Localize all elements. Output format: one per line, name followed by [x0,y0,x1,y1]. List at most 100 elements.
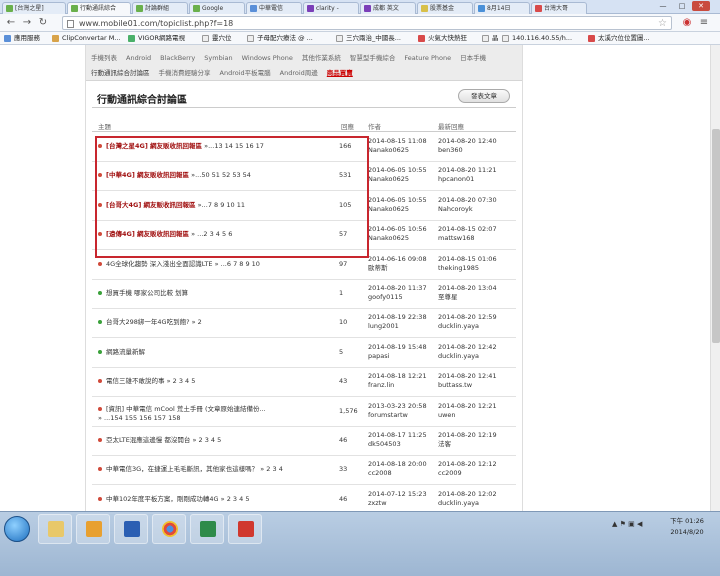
latest-reply-user-link[interactable]: ducklin.yaya [438,352,497,361]
browser-tab[interactable]: 成都 英文 [360,2,416,14]
browser-tab[interactable]: [台灣之星] [2,2,66,14]
topic-title-link[interactable]: 台哥大298綁一年4G吃到飽? [106,318,190,326]
subnav-link[interactable]: Android周邊 [280,69,318,77]
address-bar[interactable]: ☆ [62,16,672,30]
bookmark-item[interactable]: 子母配穴療法 @ ... [247,32,313,44]
latest-reply-user-link[interactable]: ducklin.yaya [438,499,497,508]
subnav-link-hot[interactable]: 商品買賣 [327,69,353,77]
topic-title-link[interactable]: 中華102年度平板方案，剛剛成功轉4G [106,495,219,503]
subnav-link[interactable]: 其他作業系統 [302,54,341,62]
start-button[interactable] [4,516,30,542]
browser-tab[interactable]: clarity - [303,2,359,14]
bookmark-item[interactable]: 140.116.40.55/h... [502,32,572,44]
topic-page-links[interactable]: » 2 3 4 [260,465,283,473]
browser-tab[interactable]: 討論群組 [132,2,188,14]
latest-reply-user-link[interactable]: ben360 [438,146,497,155]
bookmark-item[interactable]: 三穴兩治_中國長... [336,32,401,44]
latest-reply-user-link[interactable]: mattsw168 [438,234,497,243]
subnav-link[interactable]: BlackBerry [160,54,195,62]
author-name-link[interactable]: Nanako0625 [368,146,427,155]
taskbar-app-outlook[interactable] [76,514,110,544]
reload-icon[interactable]: ↻ [36,16,50,30]
topic-page-links[interactable]: » 2 3 4 5 [167,377,196,385]
browser-tab[interactable]: 台灣大哥 [531,2,587,14]
bookmark-item[interactable]: VIGOR網路電視 [128,32,185,44]
latest-reply-user-link[interactable]: Nahcoroyk [438,205,497,214]
taskbar-app-chrome[interactable] [152,514,186,544]
topic-title-link[interactable]: 電信三雄不敢說的事 [106,377,165,385]
author-name-link[interactable]: cc2008 [368,469,427,478]
author-name-link[interactable]: 歐蒂斯 [368,264,427,273]
vertical-scrollbar[interactable] [710,45,720,511]
author-name-link[interactable]: lung2001 [368,322,427,331]
bookmark-item[interactable]: 火氣大快熱狂 [418,32,467,44]
subnav-link[interactable]: Android平板電腦 [220,69,271,77]
subnav-link[interactable]: 行動通訊綜合討論區 [91,69,150,77]
bookmark-star-icon[interactable]: ☆ [658,17,667,30]
topic-page-links[interactable]: » 2 [192,318,202,326]
author-name-link[interactable]: Nanako0625 [368,175,427,184]
minimize-icon[interactable]: — [654,1,672,11]
bookmark-item[interactable]: 應用服務 [4,32,40,44]
latest-reply-user-link[interactable]: 法客 [438,440,497,449]
extension-icon[interactable]: ◉ [680,16,694,30]
bookmark-item[interactable]: 晶 [482,32,499,44]
latest-reply-user-link[interactable]: uwen [438,411,497,420]
forward-icon[interactable]: → [20,16,34,30]
author-name-link[interactable]: dk504503 [368,440,427,449]
latest-reply-user-link[interactable]: buttass.tw [438,381,497,390]
bookmark-item[interactable]: 太溪穴位位置圖... [588,32,650,44]
url-input[interactable] [79,18,649,29]
latest-reply-user-link[interactable]: 至尊星 [438,293,497,302]
topic-page-links[interactable]: » 2 3 4 5 [221,495,250,503]
subnav-link[interactable]: 手機列表 [91,54,117,62]
author-name-link[interactable]: papasi [368,352,427,361]
taskbar-app-pdf[interactable] [228,514,262,544]
network-icon[interactable]: ▣ [628,520,635,528]
browser-tab[interactable]: Google [189,2,245,14]
author-name-link[interactable]: goofy0115 [368,293,427,302]
language-icon[interactable]: ▲ [612,520,617,528]
author-name-link[interactable]: franz.lin [368,381,427,390]
subnav-link[interactable]: Windows Phone [242,54,293,62]
topic-title-link[interactable]: 4G全球化趨勢 深入淺出全面認識LTE [106,260,213,268]
browser-tab[interactable]: 股票基金 [417,2,473,14]
browser-tab-active[interactable]: 行動通訊綜合 [67,2,131,14]
topic-title-link[interactable]: 亞太LTE混應這邊慢 都沒開台 [106,436,190,444]
author-name-link[interactable]: forumstartw [368,411,427,420]
system-clock[interactable]: 下午 01:26 2014/8/20 [662,516,712,538]
taskbar-app-word[interactable] [114,514,148,544]
flag-icon[interactable]: ⚑ [620,520,626,528]
author-name-link[interactable]: zxztw [368,499,427,508]
new-post-button[interactable]: 發表文章 [458,89,510,103]
close-icon[interactable]: ✕ [692,1,710,11]
latest-reply-user-link[interactable]: cc2009 [438,469,497,478]
topic-page-links[interactable]: » ...6 7 8 9 10 [215,260,260,268]
subnav-link[interactable]: Android [126,54,151,62]
topic-page-links[interactable]: » 2 3 4 5 [192,436,221,444]
menu-icon[interactable]: ≡ [697,16,711,30]
topic-title-link[interactable]: 中華電信3G，在捷運上毛毛斷訊，其他家也這樣嗎？ [106,465,258,473]
topic-title-link[interactable]: 想買手機 哪家公司比較 划算 [106,289,188,297]
latest-reply-user-link[interactable]: theking1985 [438,264,497,273]
topic-title-link[interactable]: [資訊] 中華電信 mCool 荒土手冊 (文章原始連結備份... [106,405,266,413]
browser-tab[interactable]: 8月14日 [474,2,530,14]
bookmark-item[interactable]: ClipConvertar M... [52,32,121,44]
topic-page-links[interactable]: » ...154 155 156 157 158 [98,414,181,422]
subnav-link[interactable]: Feature Phone [404,54,451,62]
topic-title-link[interactable]: 網路流量新解 [106,348,145,356]
bookmark-item[interactable]: 靈穴位 [202,32,232,44]
maximize-icon[interactable]: □ [673,1,691,11]
subnav-link[interactable]: 智慧型手機綜合 [350,54,396,62]
scrollbar-thumb[interactable] [712,129,720,343]
taskbar-app-explorer[interactable] [38,514,72,544]
author-name-link[interactable]: Nanako0625 [368,205,427,214]
subnav-link[interactable]: 日本手機 [460,54,486,62]
subnav-link[interactable]: Symbian [204,54,232,62]
browser-tab[interactable]: 中華電信 [246,2,302,14]
latest-reply-user-link[interactable]: hpcanon01 [438,175,497,184]
latest-reply-user-link[interactable]: ducklin.yaya [438,322,497,331]
back-icon[interactable]: ← [4,16,18,30]
author-name-link[interactable]: Nanako0625 [368,234,427,243]
taskbar-app-excel[interactable] [190,514,224,544]
